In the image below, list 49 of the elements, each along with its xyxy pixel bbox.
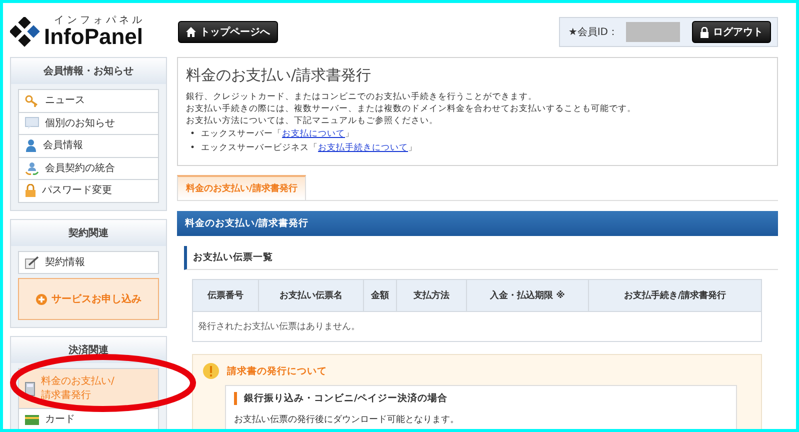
description-text: お支払い手続きの際には、複数サーバー、または複数のドメイン料金を合わせてお支払いすることも可能です。 bbox=[186, 103, 637, 115]
empty-table-message: 発行されたお支払い伝票はありません。 bbox=[193, 311, 761, 341]
sidebar-card-title: 契約関連 bbox=[11, 220, 166, 246]
key-icon bbox=[25, 94, 39, 107]
padlock-icon bbox=[25, 184, 36, 198]
logo-kana: インフォパネル bbox=[53, 16, 145, 26]
calculator-icon bbox=[25, 382, 35, 396]
member-id-label: ★会員ID： bbox=[568, 26, 618, 39]
diamond-logo-icon bbox=[10, 17, 40, 47]
column-header: 伝票番号 bbox=[206, 289, 244, 303]
manual-link[interactable]: お支払について bbox=[282, 129, 346, 139]
notice-subheading: 銀行振り込み・コンビニ/ペイジー決済の場合 bbox=[234, 392, 728, 405]
lock-icon bbox=[700, 26, 709, 38]
column-header: お支払い伝票名 bbox=[258, 280, 363, 311]
sidebar-item[interactable]: 会員契約の統合 bbox=[18, 156, 159, 180]
sidebar-item[interactable]: 個別のお知らせ bbox=[18, 112, 159, 135]
column-header: 支払方法 bbox=[396, 280, 466, 311]
column-header: 入金・払込期限 ※ bbox=[466, 280, 588, 311]
sidebar-item[interactable]: ニュース bbox=[18, 89, 159, 112]
message-icon bbox=[25, 117, 39, 130]
bullet: • bbox=[190, 128, 196, 141]
people-icon bbox=[25, 162, 39, 175]
top-page-button[interactable]: トップページへ bbox=[178, 21, 278, 43]
exclamation-icon bbox=[203, 363, 219, 379]
home-icon bbox=[186, 27, 196, 37]
logout-button[interactable]: ログアウト bbox=[692, 21, 771, 43]
plus-circle-icon bbox=[36, 294, 46, 304]
bullet: • bbox=[190, 142, 196, 155]
redacted-block bbox=[626, 22, 680, 42]
notice-title: 請求書の発行について bbox=[227, 364, 327, 378]
manual-link-text: エックスサーバービジネス「お支払手続きについて」 bbox=[201, 142, 418, 155]
sidebar-item[interactable]: 会員情報 bbox=[18, 134, 159, 158]
sidebar-card-title: 会員情報・お知らせ bbox=[11, 58, 166, 84]
credit-card-icon bbox=[25, 414, 39, 425]
manual-link[interactable]: お支払手続きについて bbox=[318, 143, 408, 153]
person-icon bbox=[25, 139, 37, 152]
sidebar-item[interactable]: パスワード変更 bbox=[18, 179, 159, 202]
pen-paper-icon bbox=[25, 256, 39, 269]
column-header: お支払手続き/請求書発行 bbox=[588, 280, 761, 311]
page-title: 料金のお支払い/請求書発行 bbox=[186, 66, 372, 85]
description-text: お支払い方法については、下記マニュアルもご参照ください。 bbox=[186, 115, 439, 127]
panel-title-bar: 料金のお支払い/請求書発行 bbox=[177, 211, 778, 236]
sidebar-item[interactable]: 契約情報 bbox=[18, 250, 159, 274]
logo-text: InfoPanel bbox=[44, 26, 144, 48]
notice-text: お支払い伝票の発行後にダウンロード可能となります。 bbox=[234, 414, 460, 426]
description-text: 銀行、クレジットカード、またはコンビニでのお支払い手続きを行うことができます。 bbox=[186, 91, 538, 103]
section-heading: お支払い伝票一覧 bbox=[184, 246, 778, 270]
manual-link-text: エックスサーバー「お支払について」 bbox=[201, 128, 354, 141]
column-header: 金額 bbox=[363, 280, 396, 311]
